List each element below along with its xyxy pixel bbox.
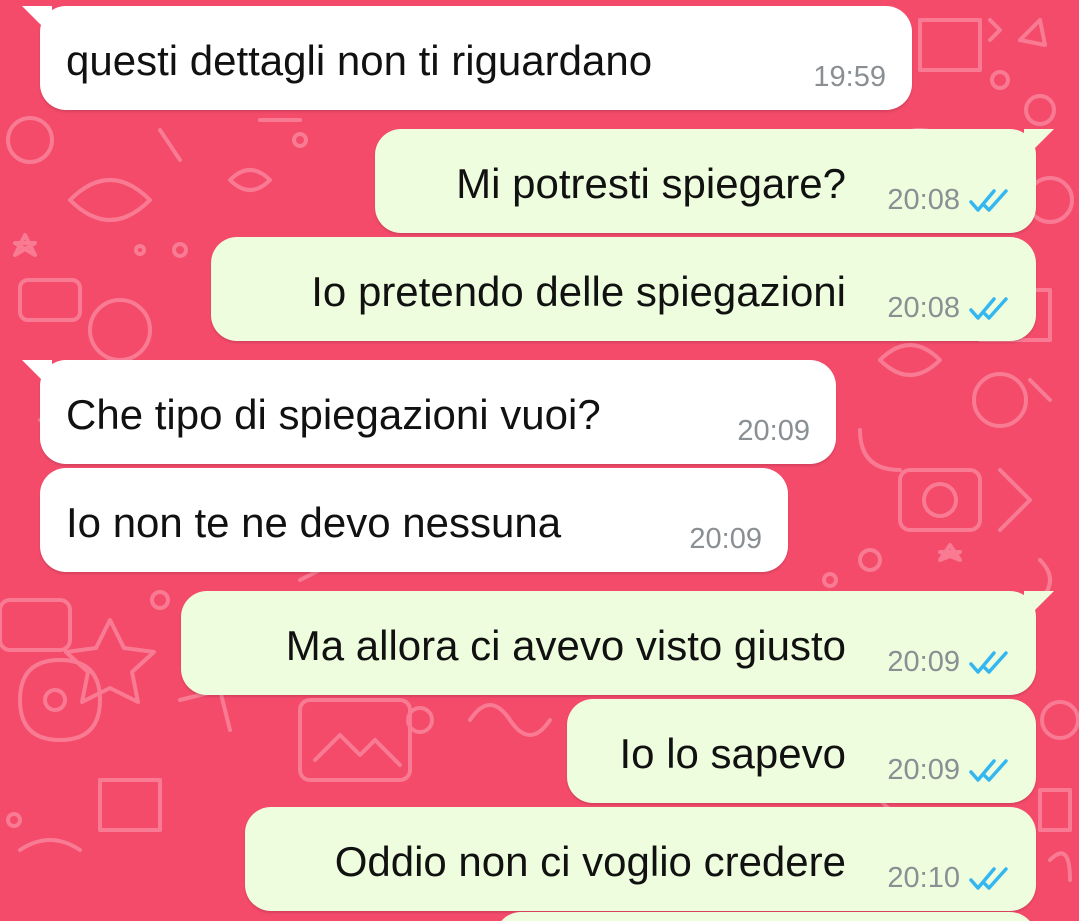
message-outgoing[interactable]: Mi potresti spiegare? 20:08 xyxy=(375,129,1054,233)
message-timestamp: 20:09 xyxy=(689,523,762,555)
message-text: Che tipo di spiegazioni vuoi? xyxy=(66,391,601,438)
bubble-tail xyxy=(1024,129,1054,159)
message-text: Io pretendo delle spiegazioni xyxy=(311,268,846,315)
message-timestamp: 20:08 xyxy=(887,292,960,324)
message-outgoing[interactable]: Io lo sapevo 20:09 xyxy=(567,699,1036,803)
double-check-icon xyxy=(969,867,1008,890)
message-timestamp: 20:09 xyxy=(737,415,810,447)
message-timestamp: 20:08 xyxy=(887,184,960,216)
message-outgoing[interactable]: Oddio non ci voglio credere 20:10 xyxy=(245,807,1036,911)
chat-view[interactable]: questi dettagli non ti riguardano 19:59 … xyxy=(0,0,1079,921)
double-check-icon xyxy=(969,297,1008,320)
bubble-tail xyxy=(1024,591,1054,621)
message-timestamp: 20:09 xyxy=(887,646,960,678)
double-check-icon xyxy=(969,651,1008,674)
bubble-tail xyxy=(22,6,52,36)
message-text: Ma allora ci avevo visto giusto xyxy=(285,622,846,669)
message-timestamp: 19:59 xyxy=(813,61,886,93)
bubble-tail xyxy=(22,360,52,390)
message-outgoing-partial[interactable] xyxy=(495,912,1036,921)
message-incoming[interactable]: Io non te ne devo nessuna 20:09 xyxy=(40,468,788,572)
message-text: Oddio non ci voglio credere xyxy=(334,838,846,885)
message-text: Io lo sapevo xyxy=(619,730,847,777)
message-text: Mi potresti spiegare? xyxy=(456,160,846,207)
message-timestamp: 20:10 xyxy=(887,862,960,894)
message-outgoing[interactable]: Ma allora ci avevo visto giusto 20:09 xyxy=(181,591,1054,695)
message-incoming[interactable]: Che tipo di spiegazioni vuoi? 20:09 xyxy=(22,360,836,464)
message-text: questi dettagli non ti riguardano xyxy=(66,37,653,84)
double-check-icon xyxy=(969,759,1008,782)
message-timestamp: 20:09 xyxy=(887,754,960,786)
message-text: Io non te ne devo nessuna xyxy=(66,499,562,546)
double-check-icon xyxy=(969,189,1008,212)
message-incoming[interactable]: questi dettagli non ti riguardano 19:59 xyxy=(22,6,912,110)
message-outgoing[interactable]: Io pretendo delle spiegazioni 20:08 xyxy=(211,237,1036,341)
